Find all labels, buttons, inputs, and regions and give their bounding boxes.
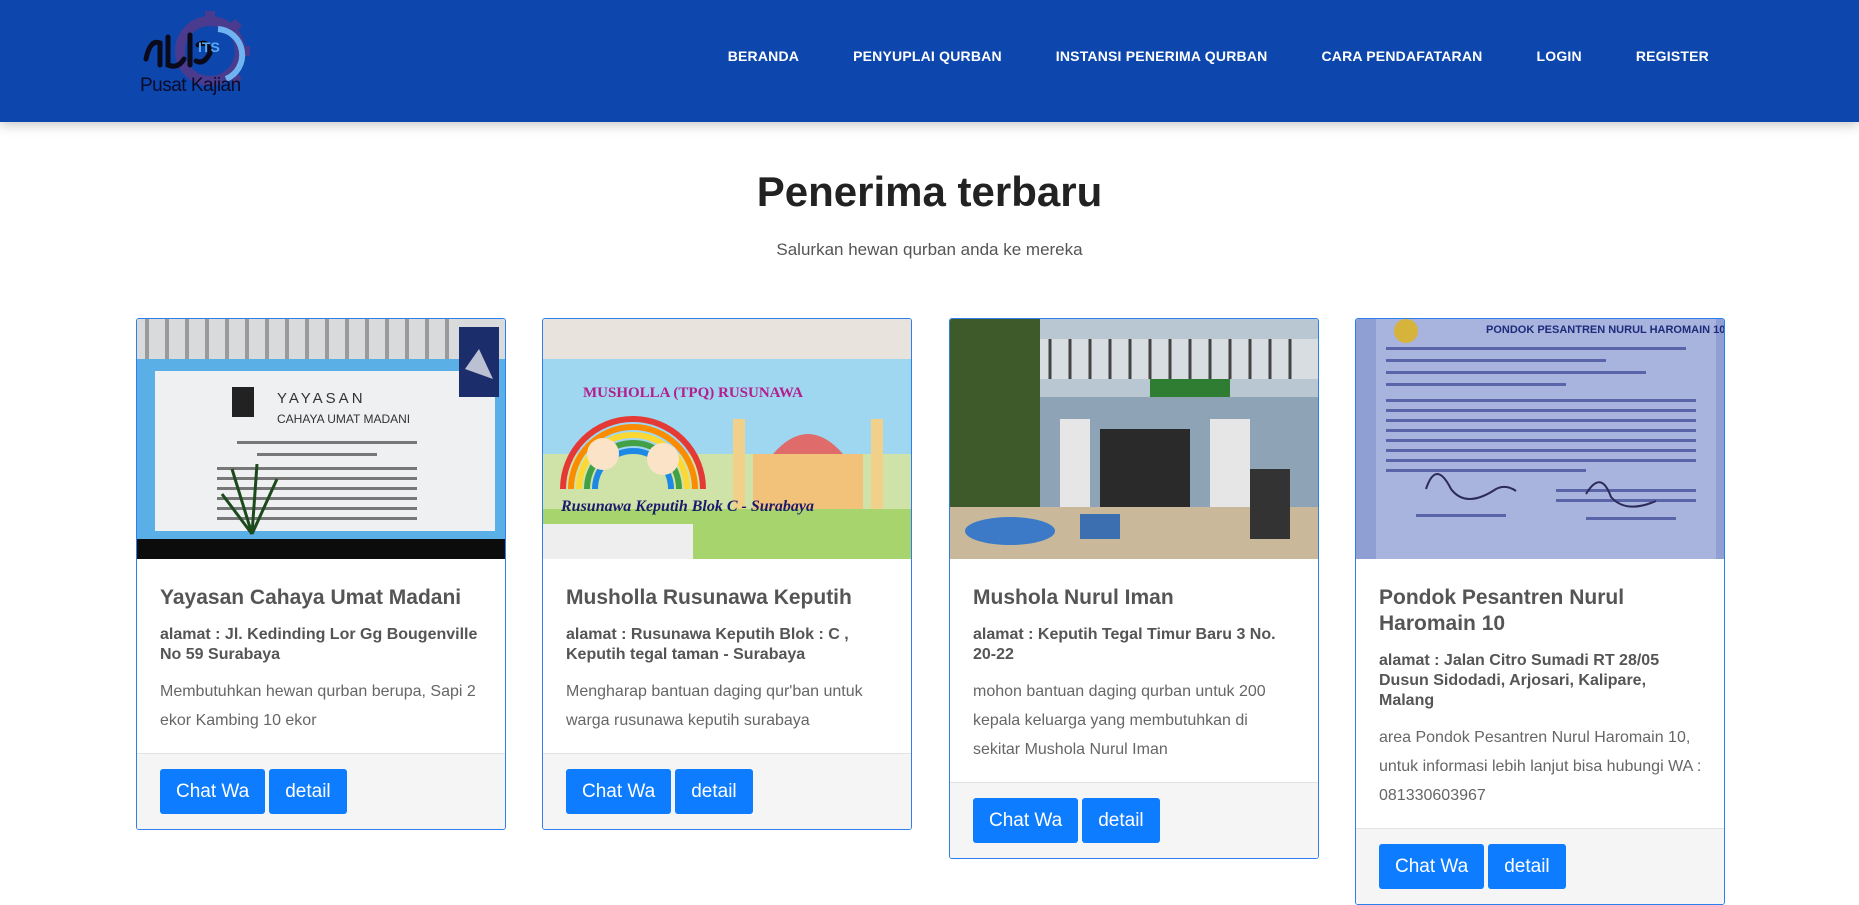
recipient-card: PONDOK PESANTREN NURUL HAROMAIN 10 Pondo…	[1355, 318, 1725, 905]
chat-wa-button[interactable]: Chat Wa	[566, 769, 672, 814]
card-address: alamat : Jalan Citro Sumadi RT 28/05 Dus…	[1379, 652, 1660, 709]
card-title: Pondok Pesantren Nurul Haromain 10	[1379, 586, 1625, 635]
chat-wa-button[interactable]: Chat Wa	[973, 798, 1079, 843]
logo-text: Pusat Kajian	[140, 75, 241, 96]
recipient-card: MUSHOLLA (TPQ) RUSUNAWA Rusunawa Keputih…	[542, 318, 912, 830]
card-body: Yayasan Cahaya Umat Madani alamat : Jl. …	[137, 559, 505, 753]
detail-button[interactable]: detail	[1082, 798, 1160, 843]
pesantren-letter-image: PONDOK PESANTREN NURUL HAROMAIN 10	[1356, 319, 1724, 559]
card-body: Pondok Pesantren Nurul Haromain 10 alama…	[1356, 559, 1724, 828]
nav-login[interactable]: LOGIN	[1536, 48, 1581, 64]
site-logo[interactable]: Pusat Kajian ITS	[138, 9, 256, 101]
main-nav: BERANDA PENYUPLAI QURBAN INSTANSI PENERI…	[674, 48, 1709, 64]
detail-button[interactable]: detail	[1488, 844, 1566, 889]
nav-register[interactable]: REGISTER	[1636, 48, 1709, 64]
card-image: YAYASAN CAHAYA UMAT MADANI	[137, 319, 505, 559]
letter-head-text: PONDOK PESANTREN NURUL HAROMAIN 10	[1486, 324, 1724, 336]
card-footer: Chat Wa detail	[137, 753, 505, 829]
nav-cara-pendaftaran[interactable]: CARA PENDAFATARAN	[1321, 48, 1482, 64]
banner-bottom-text: Rusunawa Keputih Blok C - Surabaya	[560, 498, 814, 515]
card-title: Mushola Nurul Iman	[973, 586, 1174, 609]
nav-beranda[interactable]: BERANDA	[728, 48, 799, 64]
card-description: Membutuhkan hewan qurban berupa, Sapi 2 …	[160, 683, 476, 729]
card-address: alamat : Rusunawa Keputih Blok : C , Kep…	[566, 626, 849, 663]
musholla-banner-image: MUSHOLLA (TPQ) RUSUNAWA Rusunawa Keputih…	[543, 319, 911, 559]
section-subtitle: Salurkan hewan qurban anda ke mereka	[776, 240, 1083, 259]
yayasan-sign-image: YAYASAN CAHAYA UMAT MADANI	[137, 319, 505, 559]
detail-button[interactable]: detail	[675, 769, 753, 814]
chat-wa-button[interactable]: Chat Wa	[160, 769, 266, 814]
card-description: area Pondok Pesantren Nurul Haromain 10,…	[1379, 729, 1702, 804]
card-title: Musholla Rusunawa Keputih	[566, 586, 852, 609]
mushola-building-image	[950, 319, 1318, 559]
card-body: Musholla Rusunawa Keputih alamat : Rusun…	[543, 559, 911, 753]
card-image: PONDOK PESANTREN NURUL HAROMAIN 10	[1356, 319, 1724, 559]
sign-title-text: YAYASAN	[277, 390, 366, 407]
nav-instansi-penerima[interactable]: INSTANSI PENERIMA QURBAN	[1056, 48, 1268, 64]
card-address: alamat : Keputih Tegal Timur Baru 3 No. …	[973, 626, 1276, 663]
top-navbar: Pusat Kajian ITS BERANDA PENYUPLAI QURBA…	[0, 0, 1859, 122]
banner-top-text: MUSHOLLA (TPQ) RUSUNAWA	[583, 385, 803, 401]
detail-button[interactable]: detail	[269, 769, 347, 814]
card-image	[950, 319, 1318, 559]
card-body: Mushola Nurul Iman alamat : Keputih Tega…	[950, 559, 1318, 782]
chat-wa-button[interactable]: Chat Wa	[1379, 844, 1485, 889]
sign-subtitle-text: CAHAYA UMAT MADANI	[277, 412, 410, 426]
nav-penyuplai-qurban[interactable]: PENYUPLAI QURBAN	[853, 48, 1002, 64]
card-footer: Chat Wa detail	[950, 782, 1318, 858]
card-description: Mengharap bantuan daging qur'ban untuk w…	[566, 683, 863, 729]
card-address: alamat : Jl. Kedinding Lor Gg Bougenvill…	[160, 626, 478, 663]
card-description: mohon bantuan daging qurban untuk 200 ke…	[973, 683, 1266, 758]
card-footer: Chat Wa detail	[1356, 828, 1724, 904]
card-title: Yayasan Cahaya Umat Madani	[160, 586, 462, 609]
recipient-card: Mushola Nurul Iman alamat : Keputih Tega…	[949, 318, 1319, 859]
recipient-card: YAYASAN CAHAYA UMAT MADANI Yayasan Cahay…	[136, 318, 506, 830]
section-title: Penerima terbaru	[756, 168, 1103, 215]
card-footer: Chat Wa detail	[543, 753, 911, 829]
card-image: MUSHOLLA (TPQ) RUSUNAWA Rusunawa Keputih…	[543, 319, 911, 559]
logo-badge: ITS	[198, 39, 220, 55]
